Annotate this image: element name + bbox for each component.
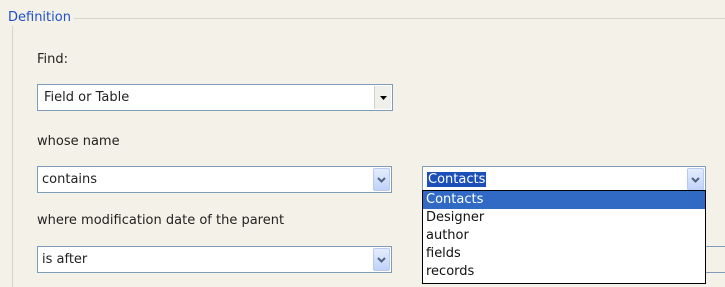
chevron-down-icon: [377, 176, 386, 183]
name-operator-combobox[interactable]: contains: [37, 166, 392, 193]
name-value-selected-text: Contacts: [427, 172, 487, 187]
date-operator-combobox[interactable]: is after: [37, 246, 392, 273]
find-combobox[interactable]: Field or Table: [37, 84, 393, 111]
name-value-dropdown-button[interactable]: [687, 168, 704, 191]
hidden-field-edge: [705, 246, 725, 273]
whose-name-label: whose name: [37, 134, 120, 149]
name-value-combobox[interactable]: Contacts: [422, 166, 706, 193]
dropdown-option-designer[interactable]: Designer: [423, 209, 705, 227]
find-combobox-value: Field or Table: [44, 90, 130, 105]
name-operator-value: contains: [42, 172, 98, 187]
chevron-down-icon: [691, 176, 700, 183]
find-label: Find:: [37, 52, 69, 67]
chevron-down-icon: [377, 256, 386, 263]
date-operator-value: is after: [42, 252, 88, 267]
name-value-dropdown-list[interactable]: Contacts Designer author fields records: [422, 190, 706, 284]
modification-date-label: where modification date of the parent: [37, 213, 285, 228]
find-dropdown-button[interactable]: [374, 86, 391, 109]
dropdown-option-author[interactable]: author: [423, 227, 705, 245]
definition-legend: Definition: [5, 10, 74, 26]
dropdown-option-contacts[interactable]: Contacts: [423, 191, 705, 209]
name-value-current: Contacts: [427, 172, 487, 188]
date-operator-dropdown-button[interactable]: [373, 248, 390, 271]
triangle-down-icon: [379, 95, 387, 100]
name-operator-dropdown-button[interactable]: [373, 168, 390, 191]
dropdown-option-fields[interactable]: fields: [423, 245, 705, 263]
dropdown-option-records[interactable]: records: [423, 263, 705, 281]
